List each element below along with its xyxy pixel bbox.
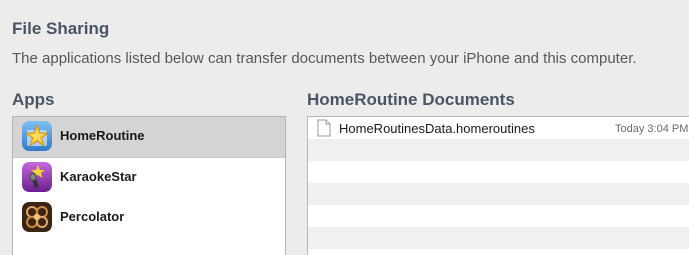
app-item-label: Percolator	[60, 209, 125, 224]
apps-list[interactable]: HomeRoutine KaraokeStar Percolator	[12, 116, 286, 255]
app-item-label: KaraokeStar	[60, 169, 137, 184]
list-stripe	[308, 227, 689, 249]
app-item-percolator[interactable]: Percolator	[13, 198, 285, 238]
karaokestar-app-icon	[22, 162, 52, 192]
document-row[interactable]: HomeRoutinesData.homeroutines Today 3:04…	[308, 117, 689, 139]
document-icon	[317, 119, 331, 142]
file-sharing-title: File Sharing	[12, 19, 110, 38]
list-stripe	[308, 139, 689, 161]
documents-heading: HomeRoutine Documents	[307, 90, 515, 109]
app-item-karaokestar[interactable]: KaraokeStar	[13, 158, 285, 198]
list-stripe	[308, 183, 689, 205]
document-name: HomeRoutinesData.homeroutines	[339, 121, 535, 136]
app-item-label: HomeRoutine	[60, 128, 145, 143]
homeroutine-app-icon	[22, 121, 52, 151]
document-date: Today 3:04 PM	[615, 123, 689, 135]
app-item-homeroutine[interactable]: HomeRoutine	[13, 117, 285, 158]
percolator-app-icon	[22, 202, 52, 232]
file-sharing-description: The applications listed below can transf…	[12, 50, 637, 67]
documents-list[interactable]: HomeRoutinesData.homeroutines Today 3:04…	[307, 116, 689, 255]
apps-heading: Apps	[12, 90, 55, 109]
